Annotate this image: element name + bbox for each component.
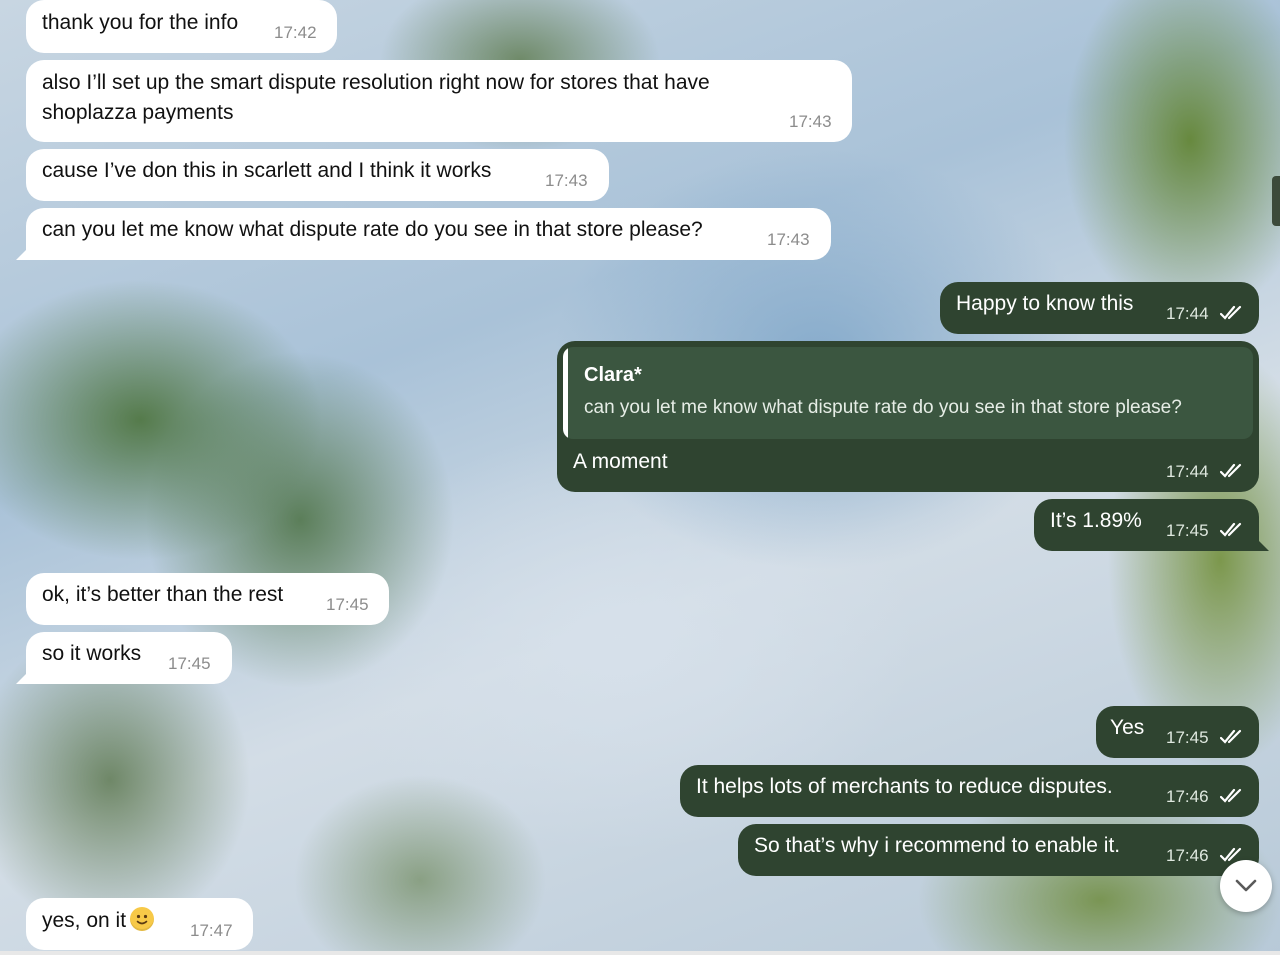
message-time: 17:43 (545, 171, 588, 190)
message-incoming[interactable]: also I’ll set up the smart dispute resol… (26, 60, 852, 142)
slightly-smiling-face-emoji (130, 907, 155, 931)
message-time: 17:46 (1166, 846, 1209, 865)
message-outgoing[interactable]: So that’s why i recommend to enable it. … (738, 824, 1259, 876)
scroll-to-bottom-button[interactable] (1220, 860, 1272, 912)
composer-edge (0, 951, 1280, 955)
sidebar-edge-handle[interactable] (1272, 176, 1280, 226)
message-text: Happy to know this (956, 292, 1134, 315)
message-text: Yes (1110, 716, 1145, 739)
message-text-line-2: shoplazza payments (42, 101, 234, 124)
message-text-line-1: also I’ll set up the smart dispute resol… (42, 71, 710, 94)
message-time: 17:44 (1166, 304, 1209, 323)
reply-quoted-text: can you let me know what dispute rate do… (584, 397, 1182, 418)
message-incoming[interactable]: thank you for the info 17:42 (26, 0, 337, 53)
message-time: 17:46 (1166, 787, 1209, 806)
message-time: 17:45 (1166, 521, 1209, 540)
message-text: yes, on it (42, 906, 155, 936)
message-outgoing[interactable]: It helps lots of merchants to reduce dis… (680, 765, 1259, 817)
reply-accent-bar (563, 347, 568, 439)
message-time: 17:43 (789, 112, 832, 131)
message-time: 17:42 (274, 23, 317, 42)
quoted-reply-block[interactable]: Clara* can you let me know what dispute … (563, 347, 1253, 439)
message-text: It’s 1.89% (1050, 509, 1142, 532)
message-time: 17:45 (168, 654, 211, 673)
message-outgoing[interactable]: Yes 17:45 (1096, 706, 1259, 758)
message-outgoing-reply[interactable]: Clara* can you let me know what dispute … (557, 341, 1259, 492)
message-text-value: yes, on it (42, 909, 127, 932)
message-incoming[interactable]: so it works 17:45 (26, 632, 232, 684)
read-double-check-icon (1220, 729, 1246, 745)
read-double-check-icon (1220, 463, 1246, 479)
message-text: thank you for the info (42, 11, 239, 34)
message-time: 17:43 (767, 230, 810, 249)
message-text: cause I’ve don this in scarlett and I th… (42, 159, 492, 182)
message-text: ok, it’s better than the rest (42, 583, 284, 606)
message-text: So that’s why i recommend to enable it. (754, 834, 1121, 857)
read-double-check-icon (1220, 788, 1246, 804)
message-text: so it works (42, 642, 142, 665)
message-outgoing[interactable]: It’s 1.89% 17:45 (1034, 499, 1259, 551)
message-time: 17:47 (190, 921, 233, 940)
message-time: 17:44 (1166, 462, 1209, 481)
message-time: 17:45 (1166, 728, 1209, 747)
message-incoming[interactable]: yes, on it 17:47 (26, 898, 253, 950)
read-double-check-icon (1220, 305, 1246, 321)
read-double-check-icon (1220, 522, 1246, 538)
message-outgoing[interactable]: Happy to know this 17:44 (940, 282, 1259, 334)
message-incoming[interactable]: ok, it’s better than the rest 17:45 (26, 573, 389, 625)
message-incoming[interactable]: cause I’ve don this in scarlett and I th… (26, 149, 609, 201)
reply-author: Clara* (584, 364, 642, 386)
message-incoming[interactable]: can you let me know what dispute rate do… (26, 208, 831, 260)
message-time: 17:45 (326, 595, 369, 614)
message-text: A moment (573, 450, 668, 473)
message-text: can you let me know what dispute rate do… (42, 218, 703, 241)
message-text: It helps lots of merchants to reduce dis… (696, 775, 1113, 798)
